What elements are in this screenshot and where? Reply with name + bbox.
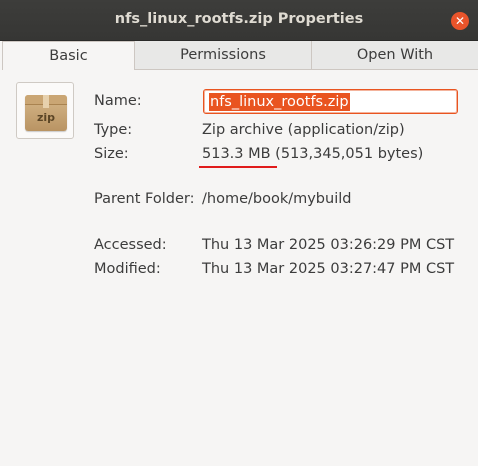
modified-value: Thu 13 Mar 2025 03:27:47 PM CST (202, 261, 455, 277)
type-label: Type: (94, 122, 133, 138)
name-value-selected: nfs_linux_rootfs.zip (209, 93, 350, 111)
modified-label: Modified: (94, 261, 161, 277)
accessed-value: Thu 13 Mar 2025 03:26:29 PM CST (202, 237, 455, 253)
name-label: Name: (94, 93, 142, 109)
tab-basic[interactable]: Basic (2, 41, 135, 70)
size-annotation-underline (199, 166, 277, 168)
file-icon-button[interactable]: zip (16, 82, 74, 139)
tab-bar: Basic Permissions Open With (2, 41, 478, 70)
tab-permissions[interactable]: Permissions (135, 41, 312, 69)
type-value: Zip archive (application/zip) (202, 122, 405, 138)
close-icon: ✕ (454, 14, 466, 28)
zip-archive-icon: zip (25, 95, 67, 131)
close-button[interactable]: ✕ (451, 12, 469, 30)
parent-folder-label: Parent Folder: (94, 191, 195, 207)
window-title: nfs_linux_rootfs.zip Properties (114, 11, 364, 27)
tab-open-with[interactable]: Open With (312, 41, 478, 69)
size-value: 513.3 MB (513,345,051 bytes) (202, 146, 424, 162)
zip-icon-label: zip (36, 111, 56, 124)
size-label: Size: (94, 146, 129, 162)
accessed-label: Accessed: (94, 237, 167, 253)
title-bar[interactable]: nfs_linux_rootfs.zip Properties ✕ (0, 0, 478, 41)
name-field[interactable]: nfs_linux_rootfs.zip (203, 89, 458, 114)
parent-folder-value: /home/book/mybuild (202, 191, 352, 207)
properties-dialog: nfs_linux_rootfs.zip Properties ✕ Basic … (0, 0, 478, 466)
